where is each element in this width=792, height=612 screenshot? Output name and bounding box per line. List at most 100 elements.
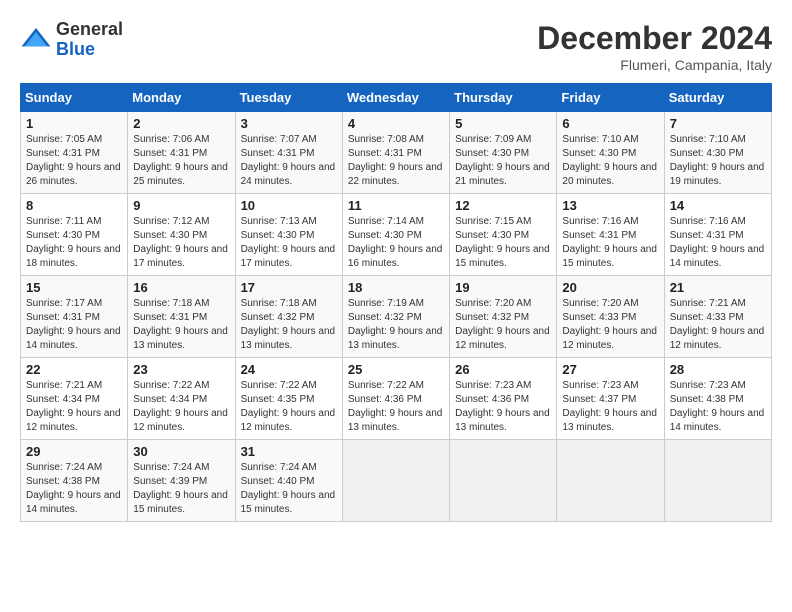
day-detail: Sunrise: 7:22 AMSunset: 4:36 PMDaylight:… — [348, 379, 444, 435]
logo: General Blue — [20, 20, 123, 60]
day-number: 9 — [133, 198, 229, 213]
day-detail: Sunrise: 7:08 AMSunset: 4:31 PMDaylight:… — [348, 133, 444, 189]
day-detail: Sunrise: 7:14 AMSunset: 4:30 PMDaylight:… — [348, 215, 444, 271]
calendar-cell: 3 Sunrise: 7:07 AMSunset: 4:31 PMDaylight… — [235, 112, 342, 194]
day-number: 2 — [133, 116, 229, 131]
calendar-cell: 7 Sunrise: 7:10 AMSunset: 4:30 PMDaylight… — [664, 112, 771, 194]
day-number: 18 — [348, 280, 444, 295]
calendar-cell: 5 Sunrise: 7:09 AMSunset: 4:30 PMDaylight… — [450, 112, 557, 194]
calendar-cell: 10Sunrise: 7:13 AMSunset: 4:30 PMDayligh… — [235, 194, 342, 276]
calendar-cell: 6 Sunrise: 7:10 AMSunset: 4:30 PMDaylight… — [557, 112, 664, 194]
day-detail: Sunrise: 7:24 AMSunset: 4:38 PMDaylight:… — [26, 461, 122, 517]
day-number: 3 — [241, 116, 337, 131]
calendar-cell: 19Sunrise: 7:20 AMSunset: 4:32 PMDayligh… — [450, 276, 557, 358]
day-number: 21 — [670, 280, 766, 295]
calendar-cell: 24 Sunrise: 7:22 AMSunset: 4:35 PMDayligh… — [235, 358, 342, 440]
day-detail: Sunrise: 7:17 AMSunset: 4:31 PMDaylight:… — [26, 297, 122, 353]
day-detail: Sunrise: 7:05 AMSunset: 4:31 PMDaylight:… — [26, 133, 122, 189]
day-number: 25 — [348, 362, 444, 377]
day-detail: Sunrise: 7:09 AMSunset: 4:30 PMDaylight:… — [455, 133, 551, 189]
month-title: December 2024 — [537, 20, 772, 57]
calendar-cell — [557, 440, 664, 522]
day-number: 31 — [241, 444, 337, 459]
day-number: 24 — [241, 362, 337, 377]
day-detail: Sunrise: 7:18 AMSunset: 4:31 PMDaylight:… — [133, 297, 229, 353]
calendar-cell: 12Sunrise: 7:15 AMSunset: 4:30 PMDayligh… — [450, 194, 557, 276]
calendar-cell: 15 Sunrise: 7:17 AMSunset: 4:31 PMDayligh… — [21, 276, 128, 358]
calendar-cell: 29 Sunrise: 7:24 AMSunset: 4:38 PMDayligh… — [21, 440, 128, 522]
week-row-5: 29 Sunrise: 7:24 AMSunset: 4:38 PMDayligh… — [21, 440, 772, 522]
calendar-cell: 27 Sunrise: 7:23 AMSunset: 4:37 PMDayligh… — [557, 358, 664, 440]
day-number: 17 — [241, 280, 337, 295]
day-detail: Sunrise: 7:11 AMSunset: 4:30 PMDaylight:… — [26, 215, 122, 271]
day-detail: Sunrise: 7:12 AMSunset: 4:30 PMDaylight:… — [133, 215, 229, 271]
day-number: 8 — [26, 198, 122, 213]
day-header-sunday: Sunday — [21, 84, 128, 112]
page-header: General Blue December 2024 Flumeri, Camp… — [20, 20, 772, 73]
day-header-tuesday: Tuesday — [235, 84, 342, 112]
calendar-cell: 26Sunrise: 7:23 AMSunset: 4:36 PMDayligh… — [450, 358, 557, 440]
day-number: 4 — [348, 116, 444, 131]
day-detail: Sunrise: 7:07 AMSunset: 4:31 PMDaylight:… — [241, 133, 337, 189]
week-row-1: 1 Sunrise: 7:05 AMSunset: 4:31 PMDaylight… — [21, 112, 772, 194]
day-number: 11 — [348, 198, 444, 213]
calendar-cell: 30 Sunrise: 7:24 AMSunset: 4:39 PMDayligh… — [128, 440, 235, 522]
day-header-friday: Friday — [557, 84, 664, 112]
day-number: 13 — [562, 198, 658, 213]
day-number: 14 — [670, 198, 766, 213]
day-number: 15 — [26, 280, 122, 295]
calendar-cell: 14 Sunrise: 7:16 AMSunset: 4:31 PMDayligh… — [664, 194, 771, 276]
day-header-saturday: Saturday — [664, 84, 771, 112]
calendar-cell: 16 Sunrise: 7:18 AMSunset: 4:31 PMDayligh… — [128, 276, 235, 358]
day-detail: Sunrise: 7:13 AMSunset: 4:30 PMDaylight:… — [241, 215, 337, 271]
day-detail: Sunrise: 7:23 AMSunset: 4:37 PMDaylight:… — [562, 379, 658, 435]
week-row-3: 15 Sunrise: 7:17 AMSunset: 4:31 PMDayligh… — [21, 276, 772, 358]
day-detail: Sunrise: 7:16 AMSunset: 4:31 PMDaylight:… — [562, 215, 658, 271]
day-header-wednesday: Wednesday — [342, 84, 449, 112]
day-number: 23 — [133, 362, 229, 377]
day-detail: Sunrise: 7:21 AMSunset: 4:34 PMDaylight:… — [26, 379, 122, 435]
day-detail: Sunrise: 7:10 AMSunset: 4:30 PMDaylight:… — [562, 133, 658, 189]
day-number: 26 — [455, 362, 551, 377]
day-detail: Sunrise: 7:10 AMSunset: 4:30 PMDaylight:… — [670, 133, 766, 189]
calendar-cell — [342, 440, 449, 522]
day-number: 12 — [455, 198, 551, 213]
logo-icon — [20, 24, 52, 56]
calendar-cell: 17Sunrise: 7:18 AMSunset: 4:32 PMDayligh… — [235, 276, 342, 358]
calendar-cell: 23 Sunrise: 7:22 AMSunset: 4:34 PMDayligh… — [128, 358, 235, 440]
day-detail: Sunrise: 7:16 AMSunset: 4:31 PMDaylight:… — [670, 215, 766, 271]
day-number: 5 — [455, 116, 551, 131]
calendar-cell: 4 Sunrise: 7:08 AMSunset: 4:31 PMDaylight… — [342, 112, 449, 194]
calendar-cell: 8 Sunrise: 7:11 AMSunset: 4:30 PMDaylight… — [21, 194, 128, 276]
day-detail: Sunrise: 7:22 AMSunset: 4:34 PMDaylight:… — [133, 379, 229, 435]
day-number: 27 — [562, 362, 658, 377]
day-detail: Sunrise: 7:06 AMSunset: 4:31 PMDaylight:… — [133, 133, 229, 189]
calendar-cell: 25 Sunrise: 7:22 AMSunset: 4:36 PMDayligh… — [342, 358, 449, 440]
day-detail: Sunrise: 7:22 AMSunset: 4:35 PMDaylight:… — [241, 379, 337, 435]
calendar-cell — [450, 440, 557, 522]
calendar-cell: 18 Sunrise: 7:19 AMSunset: 4:32 PMDayligh… — [342, 276, 449, 358]
calendar-cell — [664, 440, 771, 522]
day-number: 20 — [562, 280, 658, 295]
week-row-2: 8 Sunrise: 7:11 AMSunset: 4:30 PMDaylight… — [21, 194, 772, 276]
location: Flumeri, Campania, Italy — [537, 57, 772, 73]
day-number: 16 — [133, 280, 229, 295]
calendar-cell: 1 Sunrise: 7:05 AMSunset: 4:31 PMDaylight… — [21, 112, 128, 194]
day-header-thursday: Thursday — [450, 84, 557, 112]
day-header-monday: Monday — [128, 84, 235, 112]
day-number: 29 — [26, 444, 122, 459]
day-detail: Sunrise: 7:21 AMSunset: 4:33 PMDaylight:… — [670, 297, 766, 353]
calendar-cell: 31Sunrise: 7:24 AMSunset: 4:40 PMDayligh… — [235, 440, 342, 522]
day-number: 7 — [670, 116, 766, 131]
day-number: 6 — [562, 116, 658, 131]
logo-text: General Blue — [56, 20, 123, 60]
week-row-4: 22Sunrise: 7:21 AMSunset: 4:34 PMDayligh… — [21, 358, 772, 440]
day-number: 30 — [133, 444, 229, 459]
day-number: 1 — [26, 116, 122, 131]
calendar-cell: 13 Sunrise: 7:16 AMSunset: 4:31 PMDayligh… — [557, 194, 664, 276]
day-detail: Sunrise: 7:20 AMSunset: 4:33 PMDaylight:… — [562, 297, 658, 353]
day-detail: Sunrise: 7:19 AMSunset: 4:32 PMDaylight:… — [348, 297, 444, 353]
calendar-cell: 21 Sunrise: 7:21 AMSunset: 4:33 PMDayligh… — [664, 276, 771, 358]
day-detail: Sunrise: 7:24 AMSunset: 4:39 PMDaylight:… — [133, 461, 229, 517]
calendar-table: SundayMondayTuesdayWednesdayThursdayFrid… — [20, 83, 772, 522]
